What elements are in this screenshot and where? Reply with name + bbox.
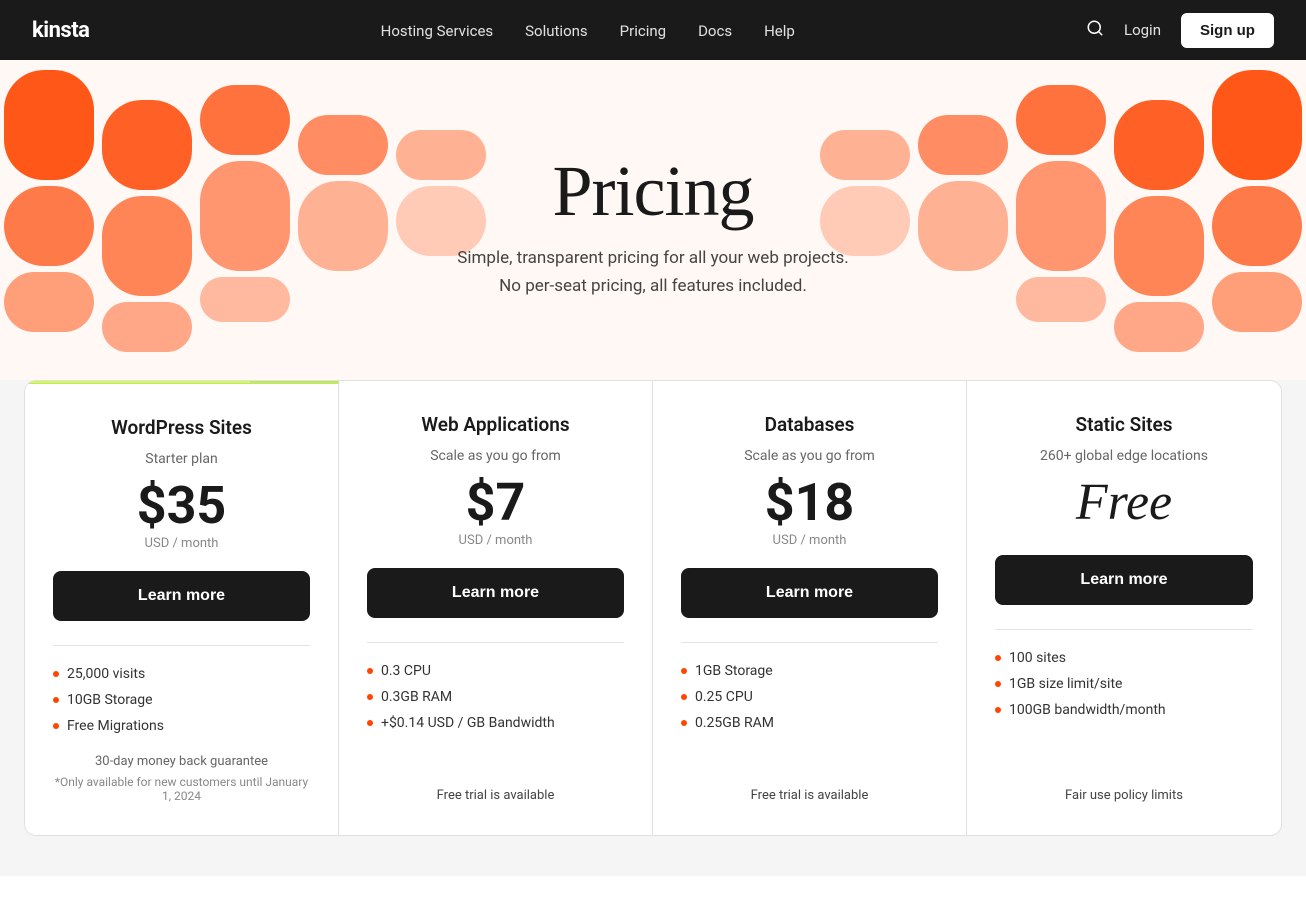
list-item: 100GB bandwidth/month	[995, 702, 1253, 718]
card-period-databases: USD / month	[681, 533, 938, 548]
feature-list-databases: 1GB Storage 0.25 CPU 0.25GB RAM	[681, 663, 938, 764]
search-icon[interactable]	[1086, 19, 1104, 42]
login-link[interactable]: Login	[1124, 21, 1161, 39]
feature-list-web-applications: 0.3 CPU 0.3GB RAM +$0.14 USD / GB Bandwi…	[367, 663, 624, 764]
nav-link-hosting[interactable]: Hosting Services	[381, 22, 494, 40]
bullet-icon	[53, 697, 59, 703]
bullet-icon	[367, 668, 373, 674]
bullet-icon	[681, 720, 687, 726]
bullet-icon	[681, 668, 687, 674]
card-subtitle-databases: Scale as you go from	[681, 448, 938, 464]
hero-subtitle-line2: No per-seat pricing, all features includ…	[499, 276, 807, 296]
nav-item-docs[interactable]: Docs	[698, 21, 732, 40]
nav-right: Login Sign up	[1086, 13, 1274, 48]
fair-use-note-static-sites: Fair use policy limits	[995, 764, 1253, 803]
list-item: 1GB Storage	[681, 663, 938, 679]
free-trial-note-databases: Free trial is available	[681, 764, 938, 803]
pricing-grid: Save $140+ by paying annually!* WordPres…	[24, 380, 1282, 836]
list-item: 1GB size limit/site	[995, 676, 1253, 692]
bullet-icon	[681, 694, 687, 700]
save-badge: Save $140+ by paying annually!*	[25, 380, 250, 383]
card-price-web-applications: $7	[367, 474, 624, 531]
list-item: 10GB Storage	[53, 692, 310, 708]
feature-list-wordpress: 25,000 visits 10GB Storage Free Migratio…	[53, 666, 310, 734]
card-period-spacer	[995, 533, 1253, 555]
card-price-static-sites: Free	[995, 474, 1253, 531]
learn-more-button-static-sites[interactable]: Learn more	[995, 555, 1253, 605]
learn-more-button-databases[interactable]: Learn more	[681, 568, 938, 618]
learn-more-button-web-applications[interactable]: Learn more	[367, 568, 624, 618]
card-subtitle-web-applications: Scale as you go from	[367, 448, 624, 464]
logo[interactable]: kinsta	[32, 18, 89, 43]
hero-blobs-right	[784, 60, 1306, 380]
divider-static-sites	[995, 629, 1253, 630]
pricing-card-web-applications: Web Applications Scale as you go from $7…	[339, 381, 653, 835]
hero-blobs-left	[0, 60, 522, 380]
bullet-icon	[995, 681, 1001, 687]
learn-more-button-wordpress[interactable]: Learn more	[53, 571, 310, 621]
footer-small-wordpress: *Only available for new customers until …	[53, 775, 310, 803]
card-title-web-applications: Web Applications	[367, 413, 624, 436]
hero-subtitle: Simple, transparent pricing for all your…	[457, 245, 848, 299]
card-title-wordpress: WordPress Sites	[53, 416, 310, 439]
list-item: 100 sites	[995, 650, 1253, 666]
list-item: 0.25 CPU	[681, 689, 938, 705]
nav-item-help[interactable]: Help	[764, 21, 795, 40]
divider-web-applications	[367, 642, 624, 643]
pricing-card-databases: Databases Scale as you go from $18 USD /…	[653, 381, 967, 835]
bullet-icon	[995, 655, 1001, 661]
signup-button[interactable]: Sign up	[1181, 13, 1274, 48]
nav-link-docs[interactable]: Docs	[698, 22, 732, 40]
money-back-text: 30-day money back guarantee	[53, 754, 310, 769]
free-trial-note-web-applications: Free trial is available	[367, 764, 624, 803]
card-period-wordpress: USD / month	[53, 536, 310, 551]
list-item: 0.25GB RAM	[681, 715, 938, 731]
list-item: +$0.14 USD / GB Bandwidth	[367, 715, 624, 731]
pricing-card-static-sites: Static Sites 260+ global edge locations …	[967, 381, 1281, 835]
card-subtitle-wordpress: Starter plan	[53, 451, 310, 467]
bullet-icon	[367, 694, 373, 700]
nav-link-solutions[interactable]: Solutions	[525, 22, 588, 40]
feature-list-static-sites: 100 sites 1GB size limit/site 100GB band…	[995, 650, 1253, 764]
nav-item-pricing[interactable]: Pricing	[620, 21, 666, 40]
bullet-icon	[53, 671, 59, 677]
hero-subtitle-line1: Simple, transparent pricing for all your…	[457, 248, 848, 268]
nav-link-help[interactable]: Help	[764, 22, 795, 40]
card-title-databases: Databases	[681, 413, 938, 436]
nav-item-hosting[interactable]: Hosting Services	[381, 21, 494, 40]
page-title: Pricing	[553, 150, 754, 233]
card-price-wordpress: $35	[53, 477, 310, 534]
list-item: 0.3GB RAM	[367, 689, 624, 705]
list-item: 25,000 visits	[53, 666, 310, 682]
nav-link-pricing[interactable]: Pricing	[620, 22, 666, 40]
bullet-icon	[995, 707, 1001, 713]
divider-databases	[681, 642, 938, 643]
nav-links: Hosting Services Solutions Pricing Docs …	[381, 21, 795, 40]
pricing-card-wordpress: Save $140+ by paying annually!* WordPres…	[25, 381, 339, 835]
card-period-web-applications: USD / month	[367, 533, 624, 548]
card-price-databases: $18	[681, 474, 938, 531]
hero-section: Pricing Simple, transparent pricing for …	[0, 60, 1306, 380]
nav-item-solutions[interactable]: Solutions	[525, 21, 588, 40]
list-item: 0.3 CPU	[367, 663, 624, 679]
navigation: kinsta Hosting Services Solutions Pricin…	[0, 0, 1306, 60]
bullet-icon	[367, 720, 373, 726]
pricing-section: Save $140+ by paying annually!* WordPres…	[0, 380, 1306, 876]
card-subtitle-static-sites: 260+ global edge locations	[995, 448, 1253, 464]
card-footer-wordpress: 30-day money back guarantee *Only availa…	[53, 734, 310, 803]
list-item: Free Migrations	[53, 718, 310, 734]
card-title-static-sites: Static Sites	[995, 413, 1253, 436]
divider-wordpress	[53, 645, 310, 646]
bullet-icon	[53, 723, 59, 729]
